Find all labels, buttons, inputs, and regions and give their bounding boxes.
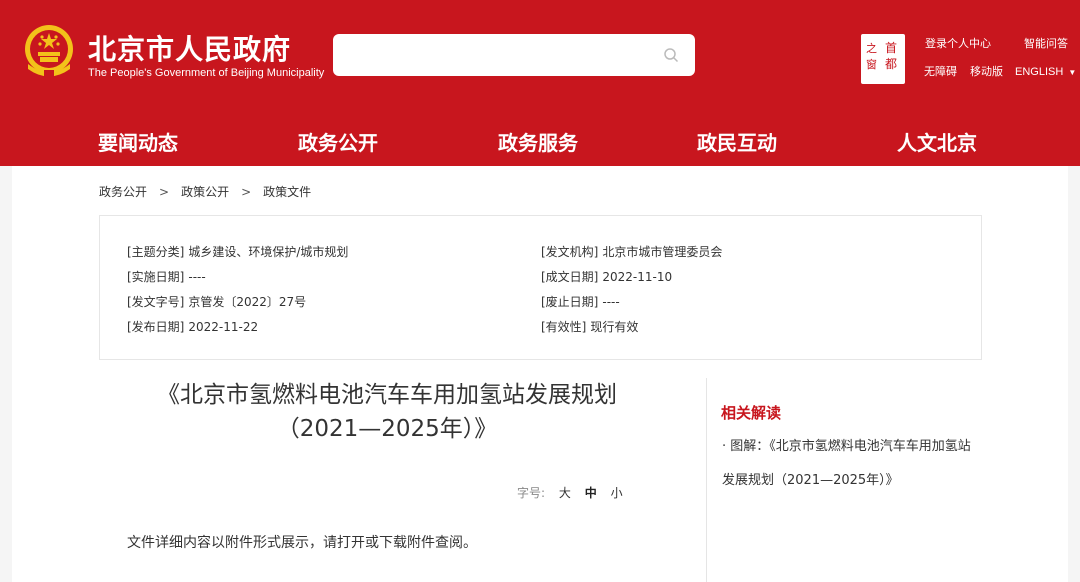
meta-value: 城乡建设、环境保护/城市规划 bbox=[188, 245, 349, 259]
nav-item-services[interactable]: 政务服务 bbox=[498, 127, 578, 156]
site-header: 北京市人民政府 The People's Government of Beiji… bbox=[0, 0, 1080, 166]
meta-label: [有效性] bbox=[541, 320, 587, 334]
meta-label: [成文日期] bbox=[541, 270, 599, 284]
meta-label: [发布日期] bbox=[127, 320, 185, 334]
document-title-line: （2021—2025年）》 bbox=[276, 416, 498, 442]
meta-publish-date: [发布日期] 2022-11-22 bbox=[127, 318, 258, 335]
search-input[interactable] bbox=[333, 34, 695, 76]
nav-item-culture[interactable]: 人文北京 bbox=[897, 127, 977, 156]
logo-char: 窗 bbox=[866, 57, 877, 71]
breadcrumb-separator: > bbox=[241, 185, 252, 199]
meta-written-date: [成文日期] 2022-11-10 bbox=[541, 268, 672, 285]
breadcrumb: 政务公开 > 政策公开 > 政策文件 bbox=[99, 183, 311, 200]
meta-topic: [主题分类] 城乡建设、环境保护/城市规划 bbox=[127, 243, 348, 260]
login-link[interactable]: 登录个人中心 bbox=[925, 35, 991, 51]
meta-doc-number: [发文字号] 京管发〔2022〕27号 bbox=[127, 293, 306, 310]
logo-char: 之 bbox=[866, 41, 877, 55]
meta-abolish-date: [废止日期] ---- bbox=[541, 293, 620, 310]
nav-item-interaction[interactable]: 政民互动 bbox=[697, 127, 777, 156]
accessibility-link[interactable]: 无障碍 bbox=[924, 63, 957, 79]
meta-value: ---- bbox=[188, 270, 206, 284]
caret-down-icon: ▼ bbox=[1068, 68, 1077, 77]
site-title[interactable]: 北京市人民政府 bbox=[88, 28, 291, 68]
meta-value: 2022-11-22 bbox=[188, 320, 259, 334]
font-size-large-button[interactable]: 大 bbox=[559, 486, 571, 500]
font-size-control: 字号: 大 中 小 bbox=[517, 484, 623, 501]
breadcrumb-item[interactable]: 政策文件 bbox=[263, 183, 311, 200]
related-item-link[interactable]: · 图解：《北京市氢燃料电池汽车车用加氢站发展规划（2021—2025年）》 bbox=[722, 430, 982, 498]
logo-char: 首 bbox=[885, 41, 897, 55]
search-icon[interactable] bbox=[663, 47, 679, 63]
national-emblem-icon bbox=[25, 25, 73, 78]
mobile-version-link[interactable]: 移动版 bbox=[970, 63, 1003, 79]
breadcrumb-item[interactable]: 政策公开 bbox=[181, 183, 229, 200]
meta-issuer: [发文机构] 北京市城市管理委员会 bbox=[541, 243, 722, 260]
document-metadata: [主题分类] 城乡建设、环境保护/城市规划 [发文机构] 北京市城市管理委员会 [实… bbox=[99, 215, 982, 360]
breadcrumb-separator: > bbox=[159, 185, 170, 199]
document-title: 《北京市氢燃料电池汽车车用加氢站发展规划 （2021—2025年）》 bbox=[132, 378, 642, 446]
meta-effective-date: [实施日期] ---- bbox=[127, 268, 206, 285]
nav-item-gov-affairs[interactable]: 政务公开 bbox=[298, 127, 378, 156]
meta-value: ---- bbox=[602, 295, 620, 309]
meta-label: [废止日期] bbox=[541, 295, 599, 309]
font-size-small-button[interactable]: 小 bbox=[611, 486, 623, 500]
site-subtitle: The People's Government of Beijing Munic… bbox=[88, 67, 325, 79]
document-title-line: 《北京市氢燃料电池汽车车用加氢站发展规划 bbox=[157, 382, 617, 408]
breadcrumb-item[interactable]: 政务公开 bbox=[99, 183, 147, 200]
main-content: 政务公开 > 政策公开 > 政策文件 [主题分类] 城乡建设、环境保护/城市规划 [发文机… bbox=[12, 166, 1068, 582]
meta-label: [主题分类] bbox=[127, 245, 185, 259]
capital-logo-caption: Beijing·China bbox=[867, 76, 901, 82]
font-size-medium-button[interactable]: 中 bbox=[585, 486, 597, 500]
meta-value: 京管发〔2022〕27号 bbox=[188, 295, 307, 309]
meta-label: [发文机构] bbox=[541, 245, 599, 259]
related-reading-title: 相关解读 bbox=[721, 404, 782, 422]
language-label: ENGLISH bbox=[1015, 66, 1064, 78]
meta-value: 北京市城市管理委员会 bbox=[602, 245, 723, 259]
meta-validity: [有效性] 现行有效 bbox=[541, 318, 638, 335]
meta-value: 现行有效 bbox=[590, 320, 639, 334]
document-body: 文件详细内容以附件形式展示，请打开或下载附件查阅。 bbox=[127, 535, 477, 551]
meta-label: [实施日期] bbox=[127, 270, 185, 284]
logo-char: 都 bbox=[885, 57, 897, 71]
language-select[interactable]: ENGLISH ▼ bbox=[1015, 66, 1076, 78]
main-nav: 要闻动态 政务公开 政务服务 政民互动 人文北京 bbox=[0, 117, 1080, 163]
font-size-label: 字号: bbox=[517, 486, 546, 500]
nav-item-news[interactable]: 要闻动态 bbox=[98, 127, 178, 156]
meta-value: 2022-11-10 bbox=[602, 270, 673, 284]
smart-qa-link[interactable]: 智能问答 bbox=[1024, 35, 1068, 51]
sidebar-divider bbox=[706, 378, 707, 582]
meta-label: [发文字号] bbox=[127, 295, 185, 309]
